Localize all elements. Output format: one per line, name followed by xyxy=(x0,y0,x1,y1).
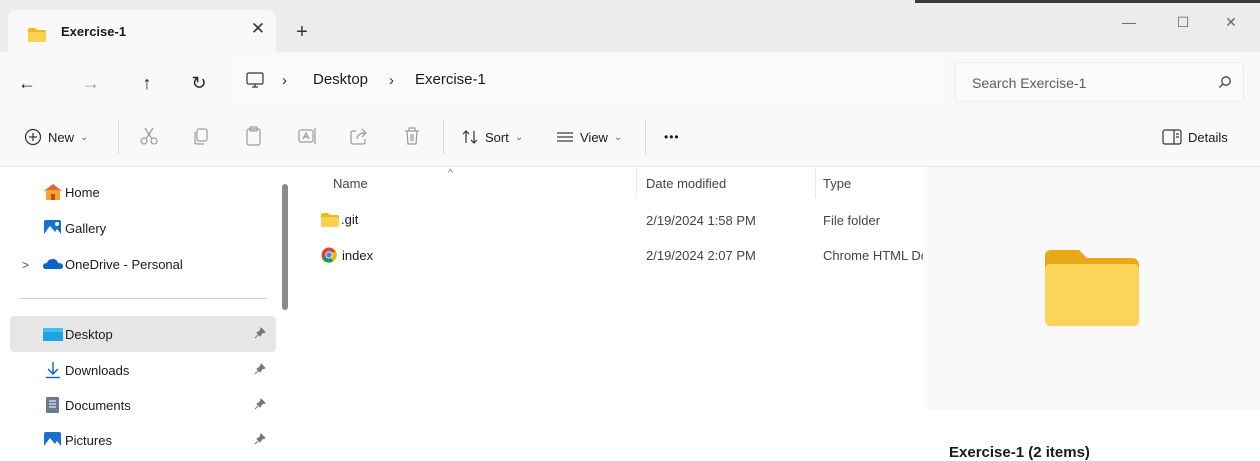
sidebar-item-home[interactable]: Home xyxy=(10,174,276,210)
preview-title: Exercise-1 (2 items) xyxy=(949,444,1090,461)
toolbar-divider xyxy=(443,120,444,154)
this-pc-icon[interactable] xyxy=(246,72,264,88)
refresh-button[interactable]: ↻ xyxy=(186,70,212,96)
view-button[interactable]: View ⌄ xyxy=(556,124,622,150)
sidebar-item-label: Gallery xyxy=(65,220,107,236)
new-tab-button[interactable]: + xyxy=(292,22,312,42)
sidebar-item-label: OneDrive - Personal xyxy=(65,256,183,272)
toolbar-divider xyxy=(645,120,646,154)
pin-icon[interactable] xyxy=(254,327,266,339)
sidebar-item-label: Desktop xyxy=(65,326,113,342)
more-options-button[interactable]: ••• xyxy=(664,124,680,150)
details-pane-icon xyxy=(1162,129,1182,145)
details-label: Details xyxy=(1188,129,1228,145)
sort-icon xyxy=(461,128,479,146)
file-date-modified: 2/19/2024 2:07 PM xyxy=(646,248,756,263)
file-type: File folder xyxy=(823,213,881,228)
command-bar xyxy=(0,108,1260,167)
sort-label: Sort xyxy=(485,129,509,145)
chevron-down-icon: ⌄ xyxy=(80,131,89,143)
close-window-button[interactable]: ✕ xyxy=(1208,10,1254,34)
desktop-icon xyxy=(43,325,63,343)
sidebar-divider xyxy=(19,298,267,299)
folder-preview-icon xyxy=(1045,250,1139,326)
toolbar-divider xyxy=(118,120,119,154)
copy-icon[interactable] xyxy=(190,125,212,147)
breadcrumb-exercise-1[interactable]: Exercise-1 xyxy=(415,71,486,88)
tab-close-button[interactable]: ✕ xyxy=(248,19,268,39)
file-type: Chrome HTML Do xyxy=(823,248,923,263)
column-divider[interactable] xyxy=(815,168,816,198)
rename-icon[interactable] xyxy=(296,125,318,147)
minimize-button[interactable]: — xyxy=(1106,10,1152,34)
sidebar-item-documents[interactable]: Documents xyxy=(10,387,276,423)
chevron-down-icon: ⌄ xyxy=(514,131,524,143)
plus-circle-icon xyxy=(24,128,42,146)
column-header-name[interactable]: Name xyxy=(333,176,368,191)
sidebar-item-label: Documents xyxy=(65,397,131,413)
paste-icon[interactable] xyxy=(243,125,265,147)
forward-button[interactable]: → xyxy=(78,70,104,96)
up-button[interactable]: ↑ xyxy=(134,70,160,96)
search-icon[interactable] xyxy=(1218,75,1232,89)
chevron-down-icon: ⌄ xyxy=(613,131,623,143)
sidebar-item-pictures[interactable]: Pictures xyxy=(10,422,276,458)
breadcrumb-separator[interactable]: › xyxy=(389,72,394,89)
sidebar-item-label: Downloads xyxy=(65,362,130,378)
sidebar-item-onedrive[interactable]: OneDrive - Personal xyxy=(10,246,276,282)
pin-icon[interactable] xyxy=(254,398,266,410)
onedrive-icon xyxy=(43,255,63,273)
top-strip xyxy=(0,0,1260,8)
new-button[interactable]: New ⌄ xyxy=(24,124,88,150)
sidebar-item-desktop[interactable]: Desktop xyxy=(10,316,276,352)
list-item-index[interactable]: index xyxy=(321,247,373,263)
chrome-icon xyxy=(321,247,337,263)
view-icon xyxy=(556,128,574,146)
cut-icon[interactable] xyxy=(138,125,160,147)
gallery-icon xyxy=(43,219,63,237)
column-header-type[interactable]: Type xyxy=(823,176,851,191)
pin-icon[interactable] xyxy=(254,363,266,375)
file-name: index xyxy=(342,247,374,263)
delete-icon[interactable] xyxy=(401,125,423,147)
folder-icon xyxy=(321,212,339,227)
sidebar-item-downloads[interactable]: Downloads xyxy=(10,352,276,388)
share-icon[interactable] xyxy=(348,125,370,147)
tab-title: Exercise-1 xyxy=(61,24,127,39)
sidebar-item-label: Pictures xyxy=(65,432,112,448)
list-item-git[interactable]: .git xyxy=(321,212,358,227)
maximize-button[interactable]: ☐ xyxy=(1160,10,1206,34)
file-list xyxy=(297,167,925,461)
tab-exercise-1[interactable]: Exercise-1 ✕ xyxy=(8,10,276,56)
sort-ascending-icon: ^ xyxy=(448,168,453,179)
sidebar-scrollbar[interactable] xyxy=(282,184,288,310)
sidebar-item-label: Home xyxy=(65,184,100,200)
downloads-icon xyxy=(43,361,63,379)
home-icon xyxy=(43,183,63,201)
new-label: New xyxy=(48,129,75,145)
view-label: View xyxy=(580,129,608,145)
column-divider[interactable] xyxy=(636,168,637,198)
file-date-modified: 2/19/2024 1:58 PM xyxy=(646,213,756,228)
folder-icon xyxy=(28,28,46,42)
pictures-icon xyxy=(43,431,63,449)
details-button[interactable]: Details xyxy=(1162,124,1228,150)
search-input[interactable] xyxy=(970,72,1204,94)
breadcrumb-separator[interactable]: › xyxy=(282,72,287,89)
search-box[interactable] xyxy=(955,62,1244,102)
pin-icon[interactable] xyxy=(254,433,266,445)
sidebar-item-gallery[interactable]: Gallery xyxy=(10,210,276,246)
documents-icon xyxy=(43,396,63,414)
column-header-date-modified[interactable]: Date modified xyxy=(646,176,726,191)
file-name: .git xyxy=(341,212,359,227)
sort-button[interactable]: Sort ⌄ xyxy=(461,124,523,150)
back-button[interactable]: ← xyxy=(14,70,40,96)
breadcrumb-desktop[interactable]: Desktop xyxy=(313,71,368,88)
